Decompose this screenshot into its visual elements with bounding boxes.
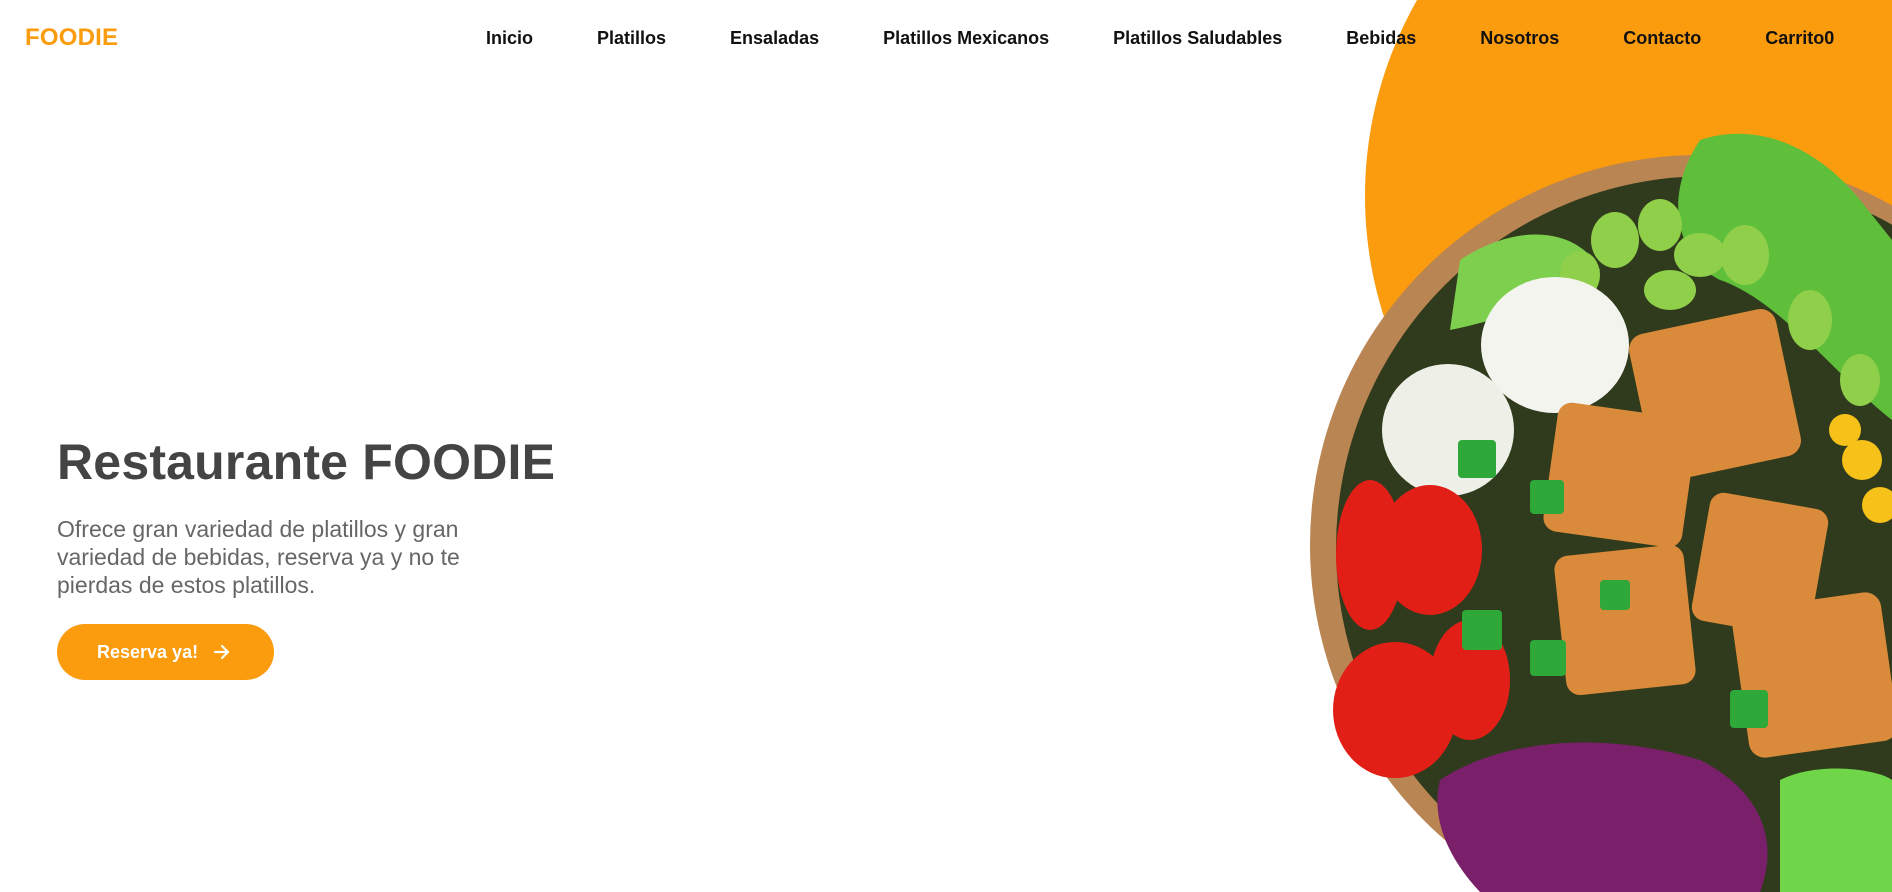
edamame-beans (1560, 199, 1880, 406)
bowl-inner (1336, 176, 1892, 892)
tofu-cubes (1543, 309, 1892, 758)
cucumber-slices (1780, 768, 1892, 892)
orange-backdrop-circle (1365, 0, 1892, 591)
lettuce-shape (1450, 234, 1600, 330)
cherry-tomatoes (1333, 480, 1510, 778)
corn-kernels (1829, 414, 1892, 523)
reserve-button[interactable]: Reserva ya! (57, 624, 275, 680)
quail-egg (1481, 277, 1629, 413)
hero-title: Restaurante FOODIE (57, 434, 556, 490)
quail-egg (1382, 364, 1514, 496)
nav-link-platillos-mexicanos[interactable]: Platillos Mexicanos (883, 28, 1049, 49)
nav-link-nosotros[interactable]: Nosotros (1480, 28, 1559, 49)
bowl-rim (1310, 155, 1892, 892)
main-nav: Inicio Platillos Ensaladas Platillos Mex… (486, 28, 1834, 49)
nav-link-platillos[interactable]: Platillos (597, 28, 666, 49)
brand-logo[interactable]: FOODIE (25, 24, 118, 52)
nav-link-platillos-saludables[interactable]: Platillos Saludables (1113, 28, 1282, 49)
lettuce-shape (1678, 133, 1892, 420)
nav-link-contacto[interactable]: Contacto (1623, 28, 1701, 49)
green-onion-pieces (1458, 440, 1768, 728)
red-cabbage (1437, 742, 1768, 892)
nav-link-carrito[interactable]: Carrito0 (1765, 28, 1834, 49)
hero-description: Ofrece gran variedad de platillos y gran… (57, 516, 460, 598)
nav-link-inicio[interactable]: Inicio (486, 28, 533, 49)
nav-link-ensaladas[interactable]: Ensaladas (730, 28, 819, 49)
hero-section: Restaurante FOODIE Ofrece gran variedad … (57, 433, 577, 680)
arrow-right-icon (213, 644, 230, 660)
nav-link-bebidas[interactable]: Bebidas (1346, 28, 1416, 49)
salad-bowl-image (1310, 133, 1892, 892)
reserve-button-label: Reserva ya! (97, 641, 199, 662)
